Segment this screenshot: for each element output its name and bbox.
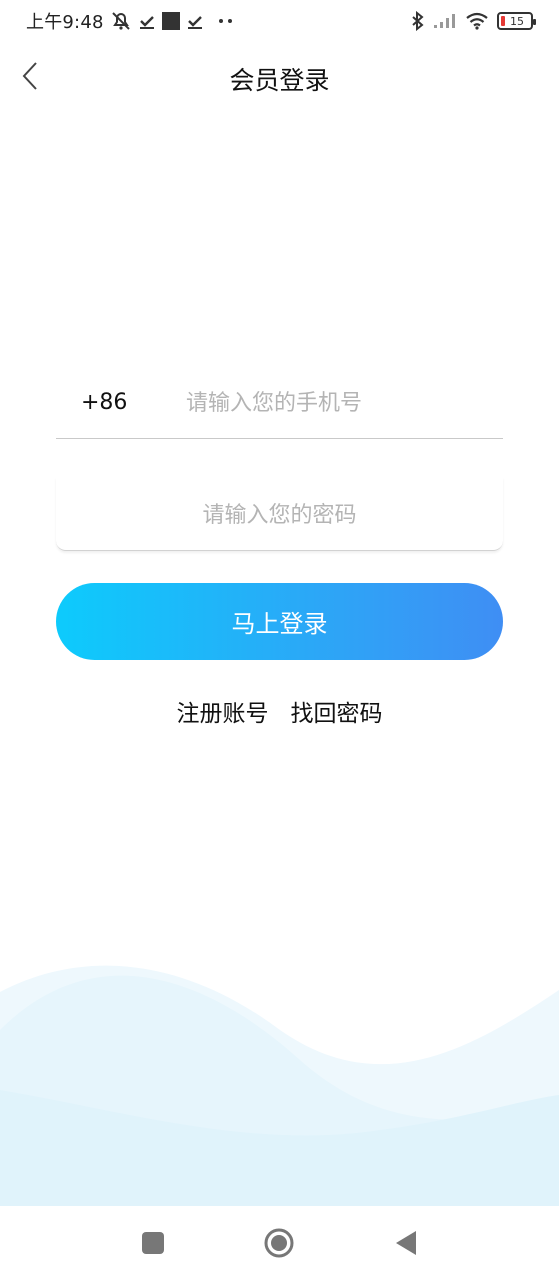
phone-field: +86 (56, 366, 503, 439)
square-notification-icon (161, 12, 180, 30)
login-form: +86 (56, 366, 503, 551)
check-icon (139, 16, 154, 29)
system-nav-bar (0, 1206, 559, 1280)
alarm-off-icon (111, 12, 130, 30)
circle-icon (264, 1228, 294, 1258)
status-left: 上午9:48 (26, 9, 234, 33)
home-button[interactable] (264, 1228, 294, 1258)
recover-password-link[interactable]: 找回密码 (291, 701, 383, 727)
square-icon (142, 1232, 164, 1254)
password-field (56, 477, 503, 551)
phone-input[interactable] (186, 386, 486, 420)
status-time: 上午9:48 (26, 12, 104, 33)
page-title: 会员登录 (229, 66, 330, 95)
status-right: 15 (411, 9, 536, 33)
triangle-back-icon (396, 1231, 416, 1255)
bluetooth-icon (412, 11, 424, 31)
battery-fill (501, 16, 505, 26)
wave-decoration (0, 965, 559, 1208)
login-button[interactable]: 马上登录 (56, 583, 503, 660)
nav-bar: 会员登录 (0, 44, 559, 108)
register-link[interactable]: 注册账号 (177, 701, 269, 727)
wifi-icon (466, 12, 488, 30)
status-bar: 上午9:48 15 (0, 0, 559, 44)
battery-level: 15 (510, 14, 524, 28)
system-back-button[interactable] (392, 1228, 422, 1258)
check-icon (187, 16, 202, 29)
auth-links: 注册账号 找回密码 (0, 694, 559, 728)
battery-icon: 15 (497, 12, 536, 30)
recent-apps-button[interactable] (138, 1228, 168, 1258)
country-code[interactable]: +86 (81, 390, 127, 415)
more-dots-icon (218, 19, 232, 23)
signal-icon (434, 14, 455, 28)
password-input[interactable] (56, 498, 503, 532)
